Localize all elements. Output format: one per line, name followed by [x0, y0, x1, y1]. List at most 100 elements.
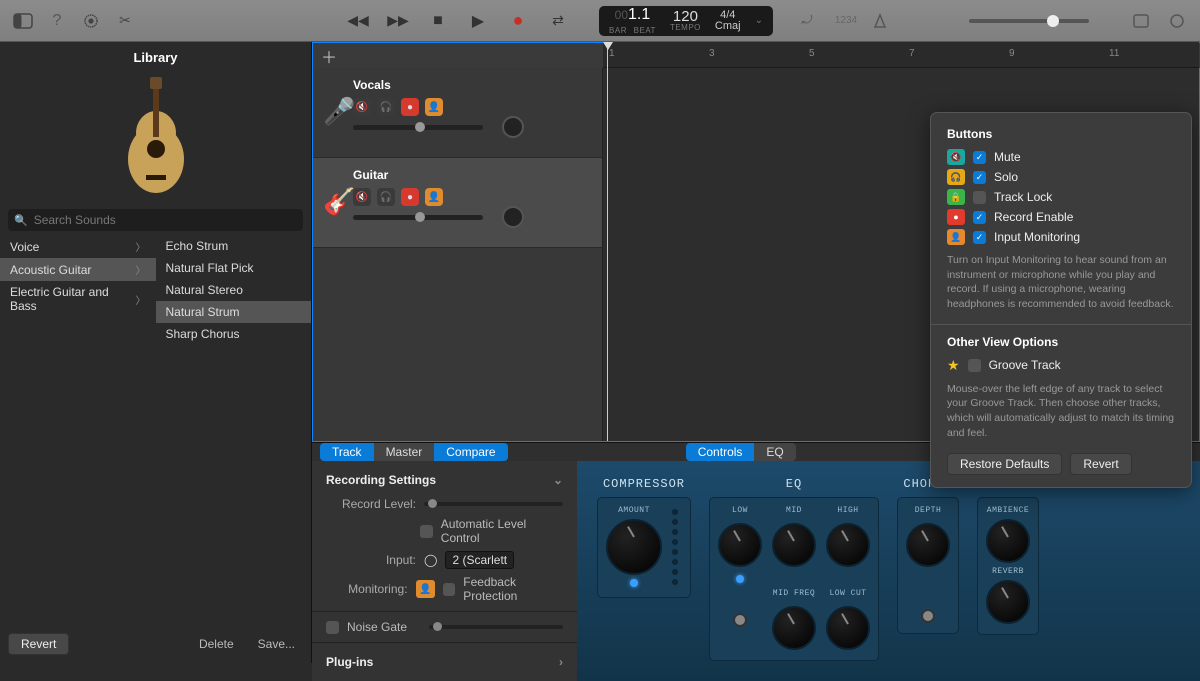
- microphone-icon: 🎤: [323, 96, 355, 127]
- track-row[interactable]: 🎤 Vocals 🔇 🎧 ● 👤: [313, 68, 602, 158]
- feedback-protection-checkbox[interactable]: [443, 583, 455, 596]
- chevron-right-icon: 〉: [136, 262, 146, 277]
- option-label: Solo: [994, 170, 1018, 184]
- sends-reverb-knob[interactable]: [986, 580, 1030, 624]
- tab-controls[interactable]: Controls: [686, 443, 755, 461]
- mute-icon[interactable]: 🔇: [353, 98, 371, 116]
- noise-gate-checkbox[interactable]: [326, 621, 339, 634]
- option-checkbox[interactable]: [973, 191, 986, 204]
- option-label: Groove Track: [989, 358, 1061, 372]
- library-category-item[interactable]: Voice〉: [0, 235, 156, 258]
- stop-icon[interactable]: ■: [425, 10, 451, 32]
- library-title: Library: [0, 42, 311, 73]
- eq-midfreq-knob[interactable]: [772, 606, 816, 650]
- library-preset-item[interactable]: Sharp Chorus: [156, 323, 312, 345]
- save-button[interactable]: Save...: [250, 634, 303, 654]
- track-volume-slider[interactable]: [353, 125, 483, 130]
- option-icon: 🔒: [947, 189, 965, 205]
- play-icon[interactable]: ▶: [465, 10, 491, 32]
- track-pan-knob[interactable]: [502, 116, 524, 138]
- delete-button[interactable]: Delete: [191, 634, 242, 654]
- help-icon[interactable]: ?: [44, 10, 70, 32]
- popover-revert-button[interactable]: Revert: [1070, 453, 1131, 475]
- input-monitor-icon[interactable]: 👤: [425, 98, 443, 116]
- top-toolbar: ? ✂ ◀◀ ▶▶ ■ ▶ ● ⇄ 001.1 BAR BEAT 120 TEM…: [0, 0, 1200, 42]
- option-label: Track Lock: [994, 190, 1052, 204]
- library-preset-item[interactable]: Natural Strum: [156, 301, 312, 323]
- record-level-slider[interactable]: [424, 502, 563, 506]
- auto-level-checkbox[interactable]: [420, 525, 432, 538]
- mute-icon[interactable]: 🔇: [353, 188, 371, 206]
- solo-icon[interactable]: 🎧: [377, 188, 395, 206]
- input-select[interactable]: 2 (Scarlett: [445, 551, 514, 569]
- count-in-icon[interactable]: 1234: [833, 10, 859, 32]
- option-checkbox[interactable]: ✓: [973, 231, 986, 244]
- metronome-icon[interactable]: [867, 10, 893, 32]
- track-volume-slider[interactable]: [353, 215, 483, 220]
- forward-icon[interactable]: ▶▶: [385, 10, 411, 32]
- eq-high-knob[interactable]: [826, 523, 870, 567]
- cycle-icon[interactable]: ⇄: [545, 10, 571, 32]
- library-categories: Voice〉 Acoustic Guitar〉 Electric Guitar …: [0, 235, 156, 625]
- eq-low-knob[interactable]: [718, 523, 762, 567]
- option-checkbox[interactable]: ✓: [973, 151, 986, 164]
- lcd-display[interactable]: 001.1 BAR BEAT 120 TEMPO 4/4 Cmaj ⌄: [599, 6, 773, 36]
- option-icon: ●: [947, 209, 965, 225]
- track-header-popover: Buttons 🔇 ✓ Mute🎧 ✓ Solo🔒 Track Lock● ✓ …: [930, 112, 1192, 488]
- eq-mid-knob[interactable]: [772, 523, 816, 567]
- option-checkbox[interactable]: ✓: [973, 211, 986, 224]
- library-preview-image: [0, 73, 311, 205]
- track-row[interactable]: 🎸 Guitar 🔇 🎧 ● 👤: [313, 158, 602, 248]
- library-category-item[interactable]: Acoustic Guitar〉: [0, 258, 156, 281]
- popover-hint: Mouse-over the left edge of any track to…: [947, 382, 1175, 441]
- tuner-icon[interactable]: ⤾: [793, 10, 819, 32]
- restore-defaults-button[interactable]: Restore Defaults: [947, 453, 1062, 475]
- sends-module: SENDS AMBIENCE REVERB: [977, 477, 1039, 665]
- record-enable-icon[interactable]: ●: [401, 98, 419, 116]
- tab-master[interactable]: Master: [374, 443, 435, 461]
- settings-gear-icon[interactable]: [78, 10, 104, 32]
- solo-icon[interactable]: 🎧: [377, 98, 395, 116]
- tab-eq[interactable]: EQ: [754, 443, 795, 461]
- chevron-down-icon[interactable]: ⌄: [553, 473, 563, 487]
- library-category-item[interactable]: Electric Guitar and Bass〉: [0, 281, 156, 317]
- record-enable-icon[interactable]: ●: [401, 188, 419, 206]
- rewind-icon[interactable]: ◀◀: [345, 10, 371, 32]
- add-track-icon[interactable]: ＋: [321, 44, 337, 68]
- revert-button[interactable]: Revert: [8, 633, 69, 655]
- search-icon: 🔍: [14, 214, 28, 227]
- chevron-right-icon[interactable]: ›: [559, 655, 563, 669]
- groove-track-checkbox[interactable]: [968, 359, 981, 372]
- timeline-ruler[interactable]: 1 3 5 7 9 11: [603, 42, 1199, 68]
- chorus-depth-knob[interactable]: [906, 523, 950, 567]
- sends-ambience-knob[interactable]: [986, 519, 1030, 563]
- tab-track[interactable]: Track: [320, 443, 374, 461]
- record-icon[interactable]: ●: [505, 10, 531, 32]
- eq-lowcut-knob[interactable]: [826, 606, 870, 650]
- chevron-right-icon: 〉: [136, 292, 146, 307]
- guitar-icon: 🎸: [323, 186, 355, 217]
- search-input[interactable]: 🔍 Search Sounds: [8, 209, 303, 231]
- library-preset-item[interactable]: Natural Stereo: [156, 279, 312, 301]
- library-preset-item[interactable]: Echo Strum: [156, 235, 312, 257]
- option-checkbox[interactable]: ✓: [973, 171, 986, 184]
- library-preset-item[interactable]: Natural Flat Pick: [156, 257, 312, 279]
- noise-gate-slider[interactable]: [429, 625, 563, 629]
- library-panel: Library 🔍 Search Sounds Voice〉 Acoustic …: [0, 42, 312, 663]
- star-icon: ★: [947, 357, 960, 374]
- chevron-right-icon: 〉: [136, 239, 146, 254]
- option-label: Input Monitoring: [994, 230, 1080, 244]
- library-presets: Echo Strum Natural Flat Pick Natural Ste…: [156, 235, 312, 625]
- library-toggle-icon[interactable]: [10, 10, 36, 32]
- monitoring-toggle[interactable]: 👤: [416, 580, 436, 598]
- input-monitor-icon[interactable]: 👤: [425, 188, 443, 206]
- scissors-icon[interactable]: ✂: [112, 10, 138, 32]
- tab-compare[interactable]: Compare: [434, 443, 507, 461]
- loops-icon[interactable]: [1164, 10, 1190, 32]
- effects-rack: COMPRESSOR AMOUNT: [577, 461, 1200, 681]
- compressor-amount-knob[interactable]: [606, 519, 662, 575]
- master-volume-slider[interactable]: [969, 19, 1089, 23]
- notes-icon[interactable]: [1128, 10, 1154, 32]
- playhead[interactable]: [607, 42, 608, 441]
- track-pan-knob[interactable]: [502, 206, 524, 228]
